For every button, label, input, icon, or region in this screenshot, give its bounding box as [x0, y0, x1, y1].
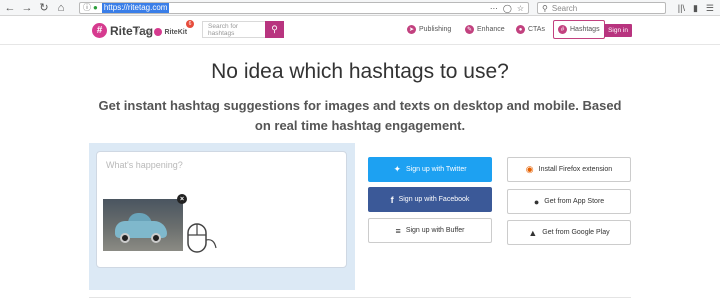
ritekit-logo-icon	[154, 28, 163, 36]
button-label: Install Firefox extension	[538, 166, 613, 173]
ritekit-text: RiteKit	[164, 28, 188, 36]
hashtag-logo-icon: #	[92, 23, 107, 38]
divider: /	[136, 26, 140, 38]
nav-label: CTAs	[528, 26, 545, 33]
button-label: Get from App Store	[544, 198, 605, 205]
buffer-icon: ≡	[395, 225, 401, 236]
hashtag-search-input[interactable]: Search for hashtags	[202, 21, 265, 38]
hashtag-search-placeholder: Search for hashtags	[208, 22, 238, 37]
apple-icon: ●	[533, 196, 540, 207]
install-firefox-extension-button[interactable]: ◉ Install Firefox extension	[507, 157, 631, 182]
remove-image-icon[interactable]: ×	[177, 194, 187, 204]
button-label: Get from Google Play	[542, 229, 610, 236]
page-title: No idea which hashtags to use?	[211, 60, 509, 83]
car-wheel	[120, 233, 130, 243]
google-play-button[interactable]: ▲ Get from Google Play	[507, 220, 631, 245]
car-wheel	[151, 233, 161, 243]
divider	[89, 297, 631, 298]
search-icon: ⚲	[271, 24, 278, 34]
nav-label: Enhance	[477, 26, 505, 33]
browser-search-placeholder: Search	[551, 3, 578, 13]
ritekit-logo[interactable]: RiteKit	[154, 28, 187, 36]
cta-icon: ●	[516, 25, 525, 34]
browser-toolbar: ← → ↻ ⌂ ⓘ ● https://ritetag.com ⋯ ◯ ☆ ⚲ …	[0, 0, 720, 16]
forward-icon[interactable]: →	[20, 1, 34, 15]
facebook-icon: f	[390, 194, 394, 205]
button-label: Sign up with Facebook	[398, 196, 470, 203]
hashtag-icon: #	[558, 25, 567, 34]
nav-enhance[interactable]: ✎ Enhance	[465, 25, 505, 34]
nav-label: Hashtags	[570, 26, 600, 33]
compose-placeholder: What's happening?	[106, 160, 183, 170]
byline: / by RiteKit	[136, 26, 187, 38]
page-subtitle: Get instant hashtag suggestions for imag…	[98, 98, 622, 133]
notification-badge[interactable]: 6	[186, 20, 194, 28]
bookmark-star-icon[interactable]: ☆	[517, 4, 524, 13]
page-actions-icon[interactable]: ⋯	[490, 4, 498, 13]
sign-in-button[interactable]: Sign in	[604, 24, 632, 37]
sign-up-twitter-button[interactable]: ✦ Sign up with Twitter	[368, 157, 492, 182]
url-text[interactable]: https://ritetag.com	[101, 3, 170, 13]
mouse-icon	[187, 223, 217, 253]
hashtag-search-button[interactable]: ⚲	[265, 21, 284, 38]
lock-icon: ●	[93, 3, 98, 12]
attached-car-image	[103, 199, 183, 251]
home-icon[interactable]: ⌂	[54, 1, 68, 15]
reload-icon[interactable]: ↻	[37, 1, 51, 15]
twitter-icon: ✦	[393, 164, 401, 174]
sign-up-buffer-button[interactable]: ≡ Sign up with Buffer	[368, 218, 492, 243]
button-label: Sign up with Buffer	[405, 227, 465, 234]
menu-icon[interactable]: ☰	[706, 3, 714, 14]
firefox-icon: ◉	[525, 164, 534, 174]
sidebar-icon[interactable]: ▮	[693, 3, 698, 14]
publishing-icon: ➤	[407, 25, 416, 34]
site-header: # RiteTag / by RiteKit 6 Search for hash…	[0, 16, 720, 45]
url-bar[interactable]: ⓘ ● https://ritetag.com ⋯ ◯ ☆	[79, 2, 529, 14]
by-text: by	[143, 28, 151, 36]
nav-label: Publishing	[419, 26, 452, 33]
nav-hashtags[interactable]: # Hashtags	[553, 20, 605, 39]
button-label: Sign up with Twitter	[405, 166, 467, 173]
browser-search-input[interactable]: ⚲ Search	[537, 2, 666, 14]
library-icon[interactable]: ||\	[678, 3, 685, 14]
nav-publishing[interactable]: ➤ Publishing	[407, 25, 451, 34]
nav-ctas[interactable]: ● CTAs	[516, 25, 545, 34]
search-icon: ⚲	[542, 3, 548, 13]
back-icon[interactable]: ←	[3, 1, 17, 15]
app-store-button[interactable]: ● Get from App Store	[507, 189, 631, 214]
android-icon: ▲	[528, 227, 538, 238]
pocket-icon[interactable]: ◯	[503, 4, 512, 13]
enhance-icon: ✎	[465, 25, 474, 34]
sign-up-facebook-button[interactable]: f Sign up with Facebook	[368, 187, 492, 212]
info-icon[interactable]: ⓘ	[83, 4, 91, 12]
